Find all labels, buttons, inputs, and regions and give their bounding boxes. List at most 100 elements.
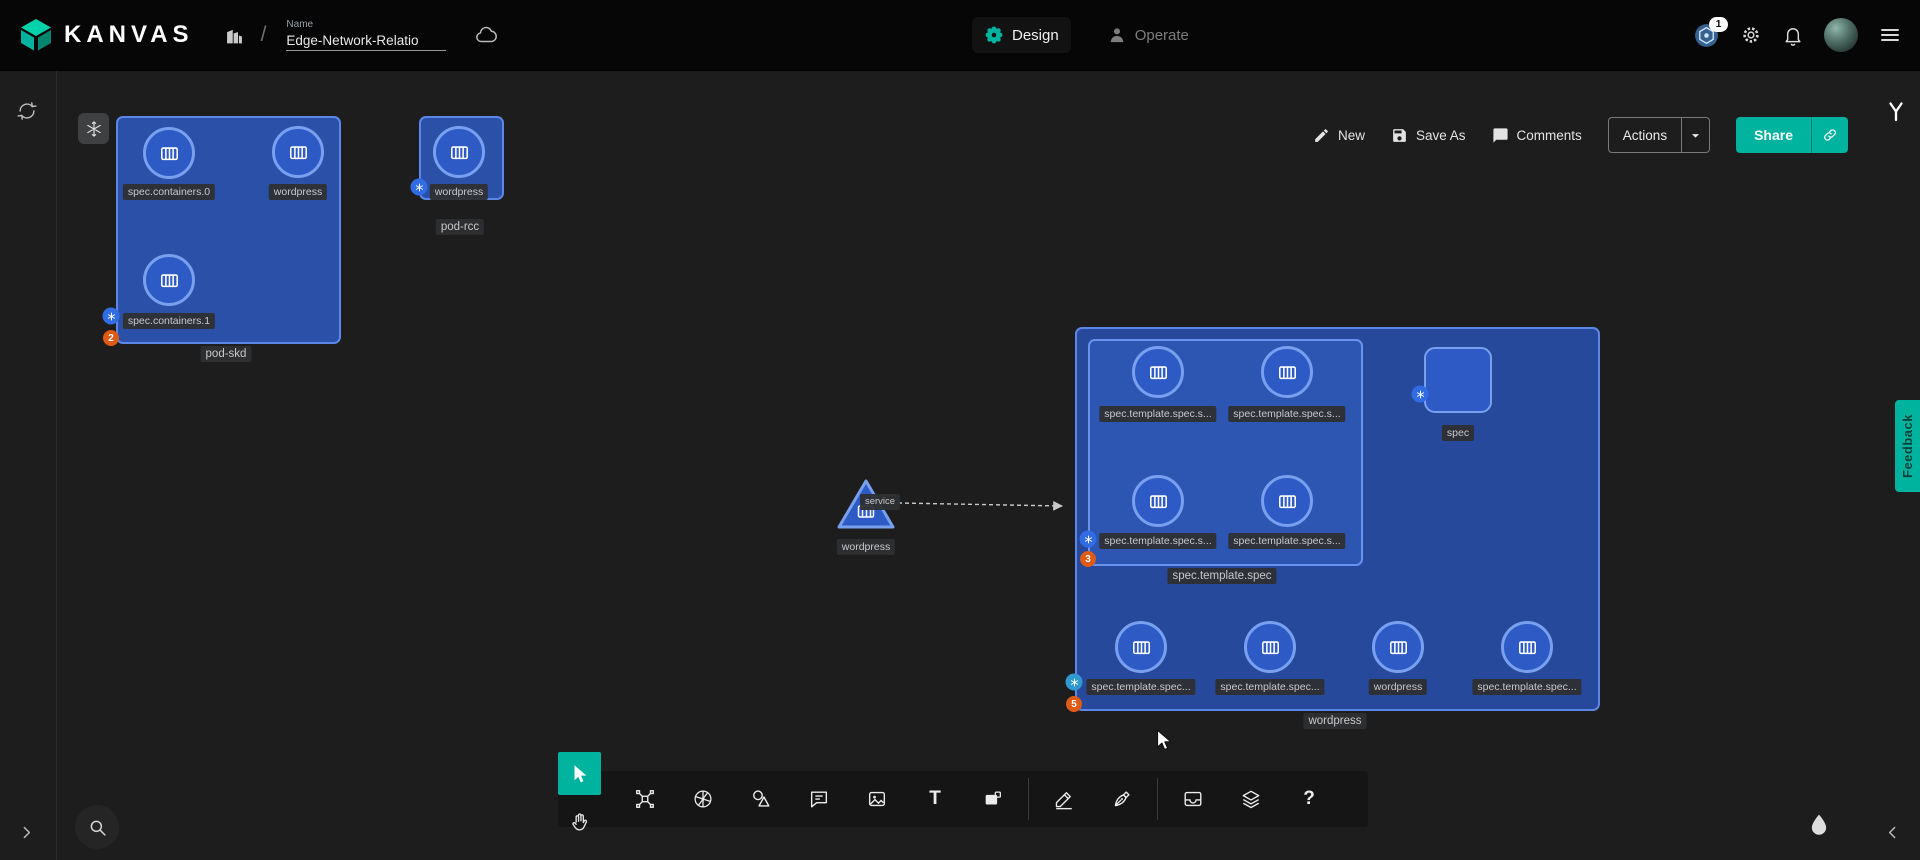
feedback-tab[interactable]: Feedback [1895, 400, 1920, 492]
notification-count-badge: 1 [1709, 17, 1728, 32]
toolbar-divider [1157, 778, 1158, 820]
kubernetes-badge [1080, 531, 1097, 548]
expand-left-panel-chevron[interactable] [18, 824, 35, 841]
container-node[interactable] [143, 254, 195, 306]
help-tool-button[interactable]: ? [1286, 776, 1332, 822]
node-label: spec.template.spec.s... [1228, 406, 1345, 422]
count-badge: 3 [1080, 551, 1096, 567]
kubernetes-badge [411, 179, 428, 196]
comments-button[interactable]: Comments [1492, 127, 1582, 144]
sketch-tool-button[interactable] [1041, 776, 1087, 822]
container-node[interactable] [1132, 475, 1184, 527]
design-name-field: Name [286, 19, 446, 51]
node-label: spec.template.spec... [1215, 679, 1324, 695]
node-label: spec.template.spec.s... [1099, 406, 1216, 422]
save-as-label: Save As [1416, 128, 1466, 143]
caret-down-icon[interactable] [1681, 118, 1709, 152]
pointer-tool-button[interactable] [558, 752, 601, 795]
layers-tool-button[interactable] [1228, 776, 1274, 822]
tab-design-label: Design [1012, 27, 1059, 44]
node-label: spec.containers.1 [123, 313, 215, 329]
container-node[interactable] [433, 126, 485, 178]
user-avatar[interactable] [1824, 18, 1858, 52]
node-label: spec.template.spec.s... [1228, 533, 1345, 549]
kubernetes-badge [1412, 386, 1429, 403]
container-node[interactable] [1372, 621, 1424, 673]
container-node[interactable] [1501, 621, 1553, 673]
ink-droplet-icon[interactable] [1806, 812, 1832, 838]
menu-hamburger-icon[interactable] [1878, 23, 1902, 47]
canvas-action-bar: New Save As Comments Actions Share [1313, 117, 1848, 153]
node-label: spec.containers.0 [123, 184, 215, 200]
organization-icon[interactable] [224, 25, 245, 46]
kanvas-logo-icon [18, 17, 54, 53]
node-label: wordpress [269, 184, 327, 200]
kanvas-logo[interactable]: KANVAS [18, 17, 194, 53]
count-badge: 2 [103, 330, 119, 346]
design-flower-icon [984, 25, 1004, 45]
rectangle-tool-button[interactable] [970, 776, 1016, 822]
spec-node[interactable] [1424, 347, 1492, 413]
count-badge: 5 [1066, 696, 1082, 712]
kubernetes-badge [103, 308, 120, 325]
container-node[interactable] [143, 127, 195, 179]
container-node[interactable] [1261, 475, 1313, 527]
new-button[interactable]: New [1313, 127, 1365, 144]
share-label: Share [1736, 117, 1811, 153]
component-tool-button[interactable] [622, 776, 668, 822]
kanvas-app: KANVAS / Name Design Operate 1 [0, 0, 1920, 860]
shapes-tool-button[interactable] [738, 776, 784, 822]
actions-dropdown[interactable]: Actions [1608, 117, 1710, 153]
toolbar-divider [1028, 778, 1029, 820]
group-label: pod-skd [201, 346, 252, 362]
breadcrumb-separator: / [261, 23, 267, 47]
design-name-input[interactable] [286, 31, 446, 51]
layer5-y-icon [1884, 100, 1908, 124]
group-label: spec.template.spec [1167, 568, 1276, 584]
kanvas-logo-text: KANVAS [64, 21, 194, 49]
history-sync-icon[interactable] [16, 100, 38, 122]
provider-status-button[interactable]: 1 [1693, 22, 1720, 49]
collapse-right-chevron[interactable] [1884, 824, 1901, 841]
notifications-bell-icon[interactable] [1782, 24, 1804, 46]
snowflake-icon[interactable] [78, 113, 109, 144]
group-label: pod-rcc [436, 219, 484, 235]
comments-label: Comments [1517, 128, 1582, 143]
operate-person-icon [1107, 25, 1127, 45]
node-label: spec.template.spec... [1086, 679, 1195, 695]
zoom-search-button[interactable] [75, 805, 119, 849]
share-button[interactable]: Share [1736, 117, 1848, 153]
tab-operate[interactable]: Operate [1095, 17, 1201, 53]
node-label: spec [1442, 425, 1474, 441]
comment-tool-button[interactable] [796, 776, 842, 822]
drawer-tool-button[interactable] [1170, 776, 1216, 822]
pen-tool-button[interactable] [1099, 776, 1145, 822]
pan-tool-button[interactable] [558, 800, 601, 843]
container-node[interactable] [272, 126, 324, 178]
container-node[interactable] [1115, 621, 1167, 673]
new-label: New [1338, 128, 1365, 143]
container-node[interactable] [1261, 346, 1313, 398]
share-link-icon[interactable] [1811, 117, 1848, 153]
media-tool-button[interactable] [854, 776, 900, 822]
container-node[interactable] [1244, 621, 1296, 673]
save-as-button[interactable]: Save As [1391, 127, 1466, 144]
node-label: wordpress [430, 184, 488, 200]
cloud-sync-icon[interactable] [474, 23, 498, 47]
node-label: wordpress [837, 539, 895, 555]
header-right: 1 [1693, 0, 1902, 70]
toolbar-left-column [558, 752, 601, 843]
save-icon [1391, 127, 1408, 144]
node-label: spec.template.spec... [1472, 679, 1581, 695]
new-pencil-icon [1313, 127, 1330, 144]
kubernetes-tool-button[interactable] [680, 776, 726, 822]
text-tool-button[interactable]: T [912, 776, 958, 822]
group-spec-template-spec[interactable] [1088, 339, 1363, 566]
comments-icon [1492, 127, 1509, 144]
settings-gear-icon[interactable] [1740, 24, 1762, 46]
app-header: KANVAS / Name Design Operate 1 [0, 0, 1920, 71]
node-label: spec.template.spec.s... [1099, 533, 1216, 549]
tab-design[interactable]: Design [972, 17, 1071, 53]
container-node[interactable] [1132, 346, 1184, 398]
bottom-toolbar: T? [558, 771, 1368, 827]
